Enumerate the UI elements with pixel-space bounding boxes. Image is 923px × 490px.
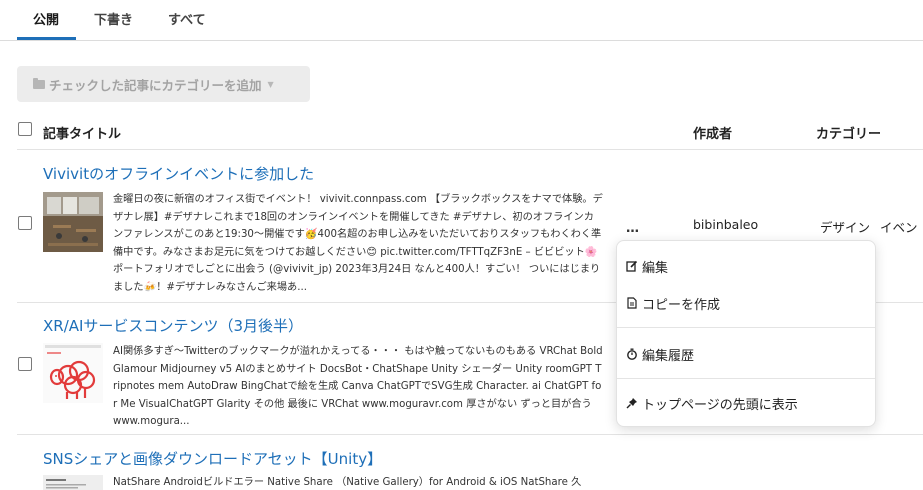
header-divider (17, 149, 923, 150)
post-status-tabs: 公開 下書き すべて (0, 0, 923, 41)
row-checkbox[interactable] (18, 216, 32, 230)
edit-icon (626, 260, 638, 272)
column-header-title: 記事タイトル (43, 127, 122, 142)
menu-item-revision-history[interactable]: 編集履歴 (617, 339, 875, 369)
post-title-link[interactable]: Vivivitのオフラインイベントに参加した (43, 163, 314, 184)
menu-item-label: 編集履歴 (642, 348, 695, 364)
menu-item-label: トップページの先頭に表示 (642, 397, 798, 413)
document-thumbnail-icon (43, 475, 103, 490)
post-categories: デザイン イベン (820, 220, 918, 235)
menu-item-pin-to-top[interactable]: トップページの先頭に表示 (617, 388, 875, 418)
row-divider (17, 434, 923, 435)
row-menu-toggle-button[interactable]: … (626, 221, 639, 236)
menu-item-edit[interactable]: 編集 (617, 251, 875, 281)
caret-down-icon: ▼ (267, 79, 274, 89)
post-excerpt: AI関係多すぎ〜Twitterのブックマークが溢れかえってる・・・ もはや触って… (113, 346, 603, 428)
active-tab-indicator (17, 37, 76, 40)
post-excerpt: 金曜日の夜に新宿のオフィス街でイベント！ vivivit.connpass.co… (113, 194, 603, 293)
post-title-link[interactable]: XR/AIサービスコンテンツ（3月後半） (43, 315, 303, 336)
menu-item-label: 編集 (642, 260, 669, 276)
row-actions-menu: 編集 コピーを作成 編集履歴 トップページの先頭に表示 (616, 240, 876, 427)
pin-icon (626, 397, 638, 409)
tab-all[interactable]: すべて (168, 9, 206, 28)
photo-thumbnail-icon (43, 192, 103, 252)
menu-divider (617, 378, 875, 379)
column-header-author: 作成者 (693, 127, 733, 142)
tab-published[interactable]: 公開 (33, 9, 59, 28)
menu-divider (617, 327, 875, 328)
document-icon (626, 297, 638, 309)
menu-item-duplicate[interactable]: コピーを作成 (617, 288, 875, 318)
column-header-category: カテゴリー (816, 127, 882, 142)
row-checkbox[interactable] (18, 357, 32, 371)
tab-drafts[interactable]: 下書き (94, 9, 133, 28)
add-category-button-label: チェックした記事にカテゴリーを追加 (49, 77, 262, 93)
post-excerpt: NatShare Androidビルドエラー Native Share （Nat… (113, 477, 582, 488)
stopwatch-icon (626, 348, 638, 360)
menu-item-label: コピーを作成 (642, 297, 721, 313)
select-all-checkbox[interactable] (18, 122, 32, 136)
folder-icon (33, 77, 45, 89)
post-author: bibinbaleo (693, 217, 759, 232)
post-title-link[interactable]: SNSシェアと画像ダウンロードアセット【Unity】 (43, 448, 382, 469)
add-category-to-checked-button[interactable]: チェックした記事にカテゴリーを追加 ▼ (17, 66, 310, 102)
sheep-illustration-icon (43, 343, 103, 403)
